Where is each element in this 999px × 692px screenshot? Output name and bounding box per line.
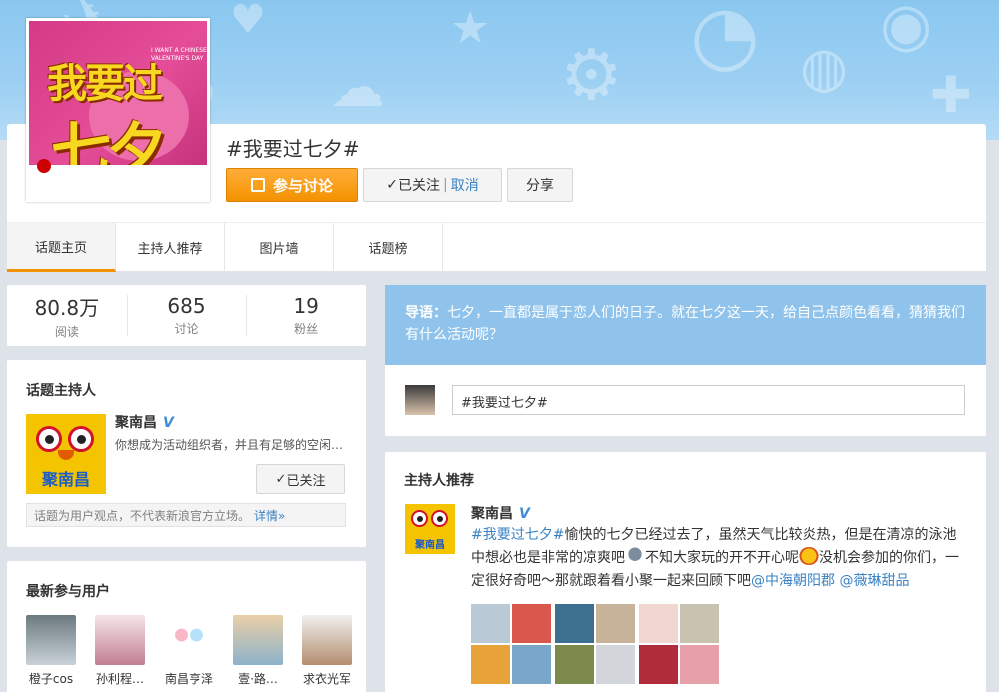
- mention-link[interactable]: @薇琳甜品: [839, 573, 909, 589]
- globe-icon: ◍: [800, 35, 848, 99]
- latest-users-title: 最新参与用户: [26, 584, 110, 600]
- topic-title: #我要过七夕#: [226, 137, 360, 161]
- topic-host-card: 话题主持人 聚南昌 聚南昌 V 你想成为活动组织者，并且有足够的空闲… ✓ 已关注…: [7, 360, 366, 547]
- edit-icon: [250, 178, 265, 192]
- topic-stats: 80.8万 阅读 685 讨论 19 粉丝: [7, 285, 366, 346]
- avatar[interactable]: [233, 615, 283, 665]
- current-user-avatar[interactable]: [405, 385, 435, 415]
- host-recommend-card: 主持人推荐 聚南昌 聚南昌 V #我要过七夕#愉快的七夕已经过去了，虽然天气比较炎…: [385, 452, 986, 692]
- join-discussion-label: 参与讨论: [272, 176, 333, 195]
- tab-home[interactable]: 话题主页: [7, 223, 116, 272]
- check-icon: ✓: [275, 471, 287, 487]
- cover-subtitle: I WANT A CHINESE VALENTINE'S DAY: [151, 47, 207, 62]
- cover-title-line1: 我要过: [47, 61, 163, 107]
- pie-icon: ◔: [690, 0, 760, 81]
- intro-lead: 导语：: [405, 305, 447, 321]
- avatar[interactable]: [95, 615, 145, 665]
- topic-intro: 导语：七夕，一直都是属于恋人们的日子。就在七夕这一天，给自己点颜色看看，猜猜我们…: [385, 285, 986, 365]
- post-composer-input[interactable]: #我要过七夕#: [452, 385, 965, 415]
- user-item[interactable]: 南昌亨泽: [164, 615, 214, 687]
- recommend-name-row: 聚南昌 V: [471, 503, 530, 523]
- mention-link[interactable]: @中海朝阳郡: [751, 573, 835, 589]
- stat-label: 讨论: [174, 322, 199, 336]
- latest-users-card: 最新参与用户 橙子cos 孙利程… 南昌亨泽 壹·路… 求衣光军: [7, 561, 366, 692]
- host-description: 你想成为活动组织者，并且有足够的空闲…: [115, 438, 344, 452]
- stat-value: 19: [293, 294, 319, 318]
- disclaimer-note: 话题为用户观点，不代表新浪官方立场。 详情»: [26, 503, 346, 527]
- share-button[interactable]: 分享: [507, 168, 573, 202]
- user-item[interactable]: 求衣光军: [302, 615, 352, 687]
- rss-icon: ◉: [880, 0, 933, 60]
- heart-icon: ♥: [230, 0, 266, 43]
- recommend-author-name[interactable]: 聚南昌: [471, 506, 513, 522]
- cover-bottom-strip: [29, 165, 207, 199]
- post-image[interactable]: [555, 604, 635, 684]
- unfollow-link[interactable]: 取消: [451, 175, 479, 195]
- post-image[interactable]: [471, 604, 551, 684]
- user-name[interactable]: 孙利程…: [90, 670, 150, 687]
- verified-icon: V: [163, 415, 174, 431]
- recommend-section-title: 主持人推荐: [404, 473, 474, 489]
- puzzle-icon: ✚: [930, 66, 972, 124]
- avatar[interactable]: [164, 615, 214, 665]
- user-name[interactable]: 橙子cos: [21, 670, 81, 687]
- tab-photo-wall[interactable]: 图片墙: [225, 223, 334, 272]
- follow-topic-button[interactable]: ✓ 已关注 | 取消: [363, 168, 502, 202]
- recommend-post-text: #我要过七夕#愉快的七夕已经过去了，虽然天气比较炎热，但是在清凉的泳池中想必也是…: [471, 524, 965, 593]
- stat-value: 685: [167, 294, 206, 318]
- join-discussion-button[interactable]: 参与讨论: [226, 168, 358, 202]
- user-name[interactable]: 求衣光军: [297, 670, 357, 687]
- host-follow-label: 已关注: [286, 473, 326, 489]
- tab-topic-ranking[interactable]: 话题榜: [334, 223, 443, 272]
- user-item[interactable]: 橙子cos: [26, 615, 76, 687]
- host-follow-button[interactable]: ✓ 已关注: [256, 464, 345, 494]
- topic-hashtag-link[interactable]: #我要过七夕#: [471, 527, 564, 543]
- post-image[interactable]: [639, 604, 719, 684]
- stat-fans[interactable]: 19 粉丝: [246, 285, 366, 346]
- cloud-icon: ☁: [330, 55, 385, 119]
- follow-label: 已关注: [398, 178, 440, 194]
- stat-reads[interactable]: 80.8万 阅读: [7, 285, 127, 346]
- star-icon: ★: [450, 1, 491, 54]
- user-item[interactable]: 孙利程…: [95, 615, 145, 687]
- topic-cover-image: 我要过 七夕 I WANT A CHINESE VALENTINE'S DAY: [26, 18, 210, 202]
- topic-nav-tabs: 话题主页 主持人推荐 图片墙 话题榜: [7, 222, 986, 272]
- user-item[interactable]: 壹·路…: [233, 615, 283, 687]
- post-image-grid: [471, 604, 719, 684]
- intro-text: 七夕，一直都是属于恋人们的日子。就在七夕这一天，给自己点颜色看看，猜猜我们有什么…: [405, 305, 965, 343]
- tab-host-recommend[interactable]: 主持人推荐: [116, 223, 225, 272]
- recommend-avatar[interactable]: 聚南昌: [405, 504, 455, 554]
- gear-icon: ⚙: [560, 34, 623, 116]
- avatar[interactable]: [302, 615, 352, 665]
- user-name[interactable]: 南昌亨泽: [159, 670, 219, 687]
- recommend-avatar-wordmark: 聚南昌: [415, 540, 445, 551]
- stat-label: 阅读: [54, 324, 79, 339]
- user-name[interactable]: 壹·路…: [228, 670, 288, 687]
- rose-icon: [37, 159, 51, 173]
- host-name[interactable]: 聚南昌: [115, 415, 157, 431]
- host-section-title: 话题主持人: [26, 383, 96, 399]
- stat-label: 粉丝: [294, 322, 319, 336]
- face-emoji-icon: [799, 547, 819, 565]
- stat-value: 80.8万: [34, 295, 100, 320]
- check-icon: ✓: [386, 177, 398, 193]
- avatar[interactable]: [26, 615, 76, 665]
- follow-separator: |: [443, 177, 448, 193]
- host-avatar-wordmark: 聚南昌: [41, 470, 90, 489]
- rain-emoji-icon: [625, 547, 645, 565]
- post-text-part: 不知大家玩的开不开心呢: [645, 550, 799, 566]
- latest-users-list: 橙子cos 孙利程… 南昌亨泽 壹·路… 求衣光军: [26, 615, 352, 687]
- stat-discussions[interactable]: 685 讨论: [126, 285, 247, 346]
- verified-icon: V: [519, 506, 530, 522]
- host-avatar[interactable]: 聚南昌: [26, 414, 106, 494]
- disclaimer-text: 话题为用户观点，不代表新浪官方立场。: [34, 508, 251, 523]
- disclaimer-details-link[interactable]: 详情»: [254, 507, 285, 524]
- host-name-row: 聚南昌 V: [115, 412, 174, 432]
